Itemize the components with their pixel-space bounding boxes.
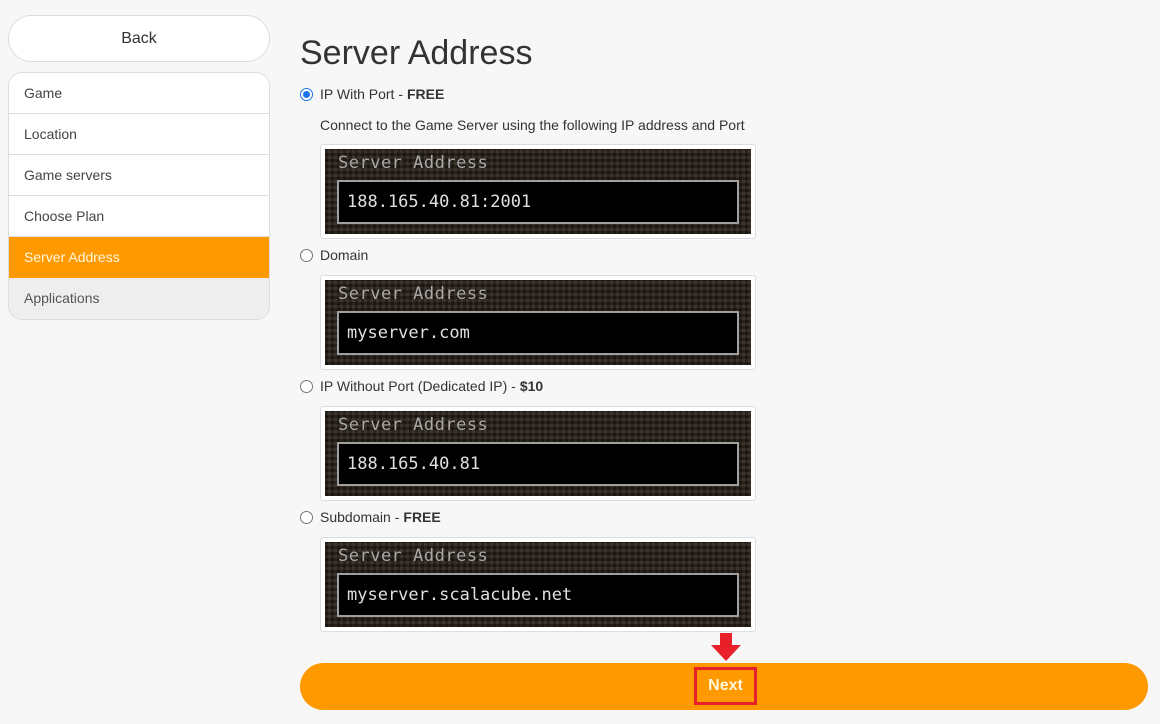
option-price: $10 [519,378,544,394]
option-price: FREE [403,509,441,525]
option-label-text: IP With Port - [320,86,403,102]
minecraft-preview: Server Address myserver.scalacube.net [325,542,751,627]
preview-value: myserver.scalacube.net [337,573,739,617]
preview-value: 188.165.40.81:2001 [337,180,739,224]
sidebar: Back Game Location Game servers Choose P… [8,15,270,320]
preview-label: Server Address [338,153,489,173]
page-title: Server Address [300,34,533,72]
option-ip-with-port[interactable]: IP With Port - FREE [300,86,444,102]
minecraft-preview: Server Address 188.165.40.81 [325,411,751,496]
nav-item-game[interactable]: Game [9,73,269,114]
option-label-text: Subdomain - [320,509,400,525]
preview-subdomain: Server Address myserver.scalacube.net [320,537,756,632]
option-label-text: Domain [320,247,369,263]
option-ip-without-port[interactable]: IP Without Port (Dedicated IP) - $10 [300,378,543,394]
radio-domain[interactable] [300,248,313,262]
option-domain[interactable]: Domain [300,247,368,263]
preview-ip-with-port: Server Address 188.165.40.81:2001 [320,144,756,239]
arrow-down-icon [711,633,741,661]
radio-ip-with-port[interactable] [300,87,313,101]
preview-label: Server Address [338,284,489,304]
option-subdomain[interactable]: Subdomain - FREE [300,509,441,525]
option-price: FREE [406,86,445,102]
preview-value: myserver.com [337,311,739,355]
nav-item-game-servers[interactable]: Game servers [9,155,269,196]
back-button[interactable]: Back [8,15,270,62]
preview-label: Server Address [338,415,489,435]
preview-domain: Server Address myserver.com [320,275,756,370]
radio-ip-without-port[interactable] [300,379,313,393]
next-button-label[interactable]: Next [694,667,757,705]
nav-item-server-address[interactable]: Server Address [9,237,269,278]
nav-item-location[interactable]: Location [9,114,269,155]
preview-ip-without-port: Server Address 188.165.40.81 [320,406,756,501]
step-nav: Game Location Game servers Choose Plan S… [8,72,270,320]
option-description: Connect to the Game Server using the fol… [320,117,745,133]
minecraft-preview: Server Address myserver.com [325,280,751,365]
option-label-text: IP Without Port (Dedicated IP) - [320,378,516,394]
radio-subdomain[interactable] [300,510,313,524]
preview-label: Server Address [338,546,489,566]
nav-item-applications: Applications [9,278,269,319]
nav-item-choose-plan[interactable]: Choose Plan [9,196,269,237]
preview-value: 188.165.40.81 [337,442,739,486]
minecraft-preview: Server Address 188.165.40.81:2001 [325,149,751,234]
